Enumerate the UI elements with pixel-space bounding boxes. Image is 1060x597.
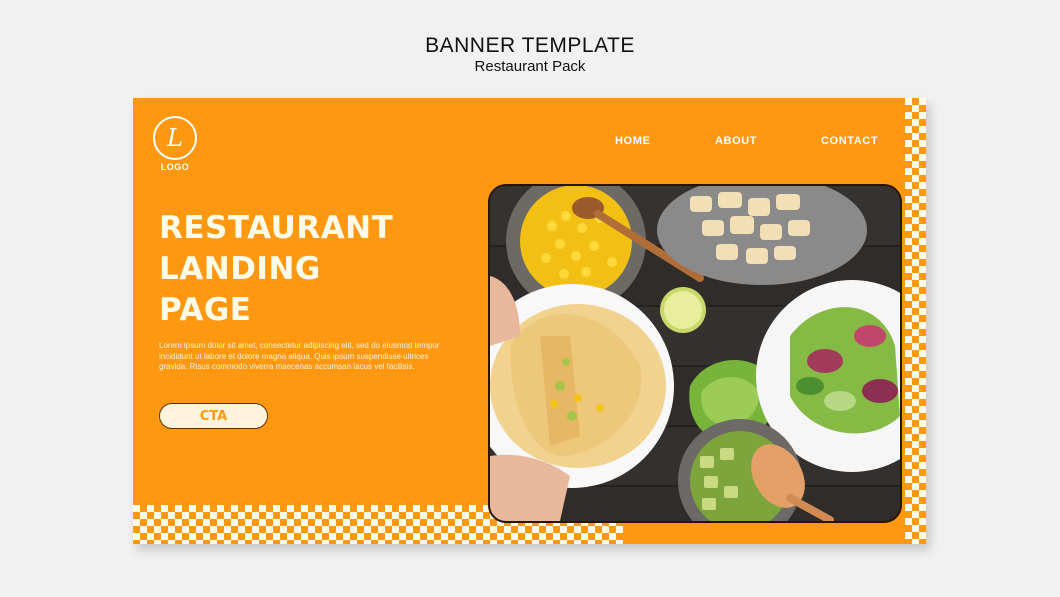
- logo-icon[interactable]: L: [153, 116, 197, 160]
- header-title: BANNER TEMPLATE: [425, 34, 635, 57]
- nav-bar: HOME ABOUT CONTACT: [613, 135, 893, 151]
- headline-line: RESTAURANT: [159, 210, 394, 246]
- nav-contact[interactable]: CONTACT: [821, 135, 878, 147]
- headline-line: PAGE: [159, 292, 252, 328]
- banner: L LOGO HOME ABOUT CONTACT RESTAURANT LAN…: [133, 98, 926, 544]
- logo-label: LOGO: [160, 162, 190, 172]
- headline-line: LANDING: [159, 251, 321, 287]
- logo-letter: L: [167, 124, 183, 152]
- food-photo-illustration: [490, 186, 900, 521]
- food-photo: [488, 184, 902, 523]
- nav-home[interactable]: HOME: [615, 135, 650, 147]
- body-text: Lorem ipsum dolor sit amet, consectetur …: [159, 341, 440, 371]
- nav-about[interactable]: ABOUT: [715, 135, 757, 147]
- cta-button[interactable]: CTA: [159, 403, 268, 429]
- checker-pattern-right: [905, 98, 926, 544]
- header-subtitle: Restaurant Pack: [474, 58, 586, 75]
- page-headline: RESTAURANT LANDING PAGE: [159, 208, 479, 331]
